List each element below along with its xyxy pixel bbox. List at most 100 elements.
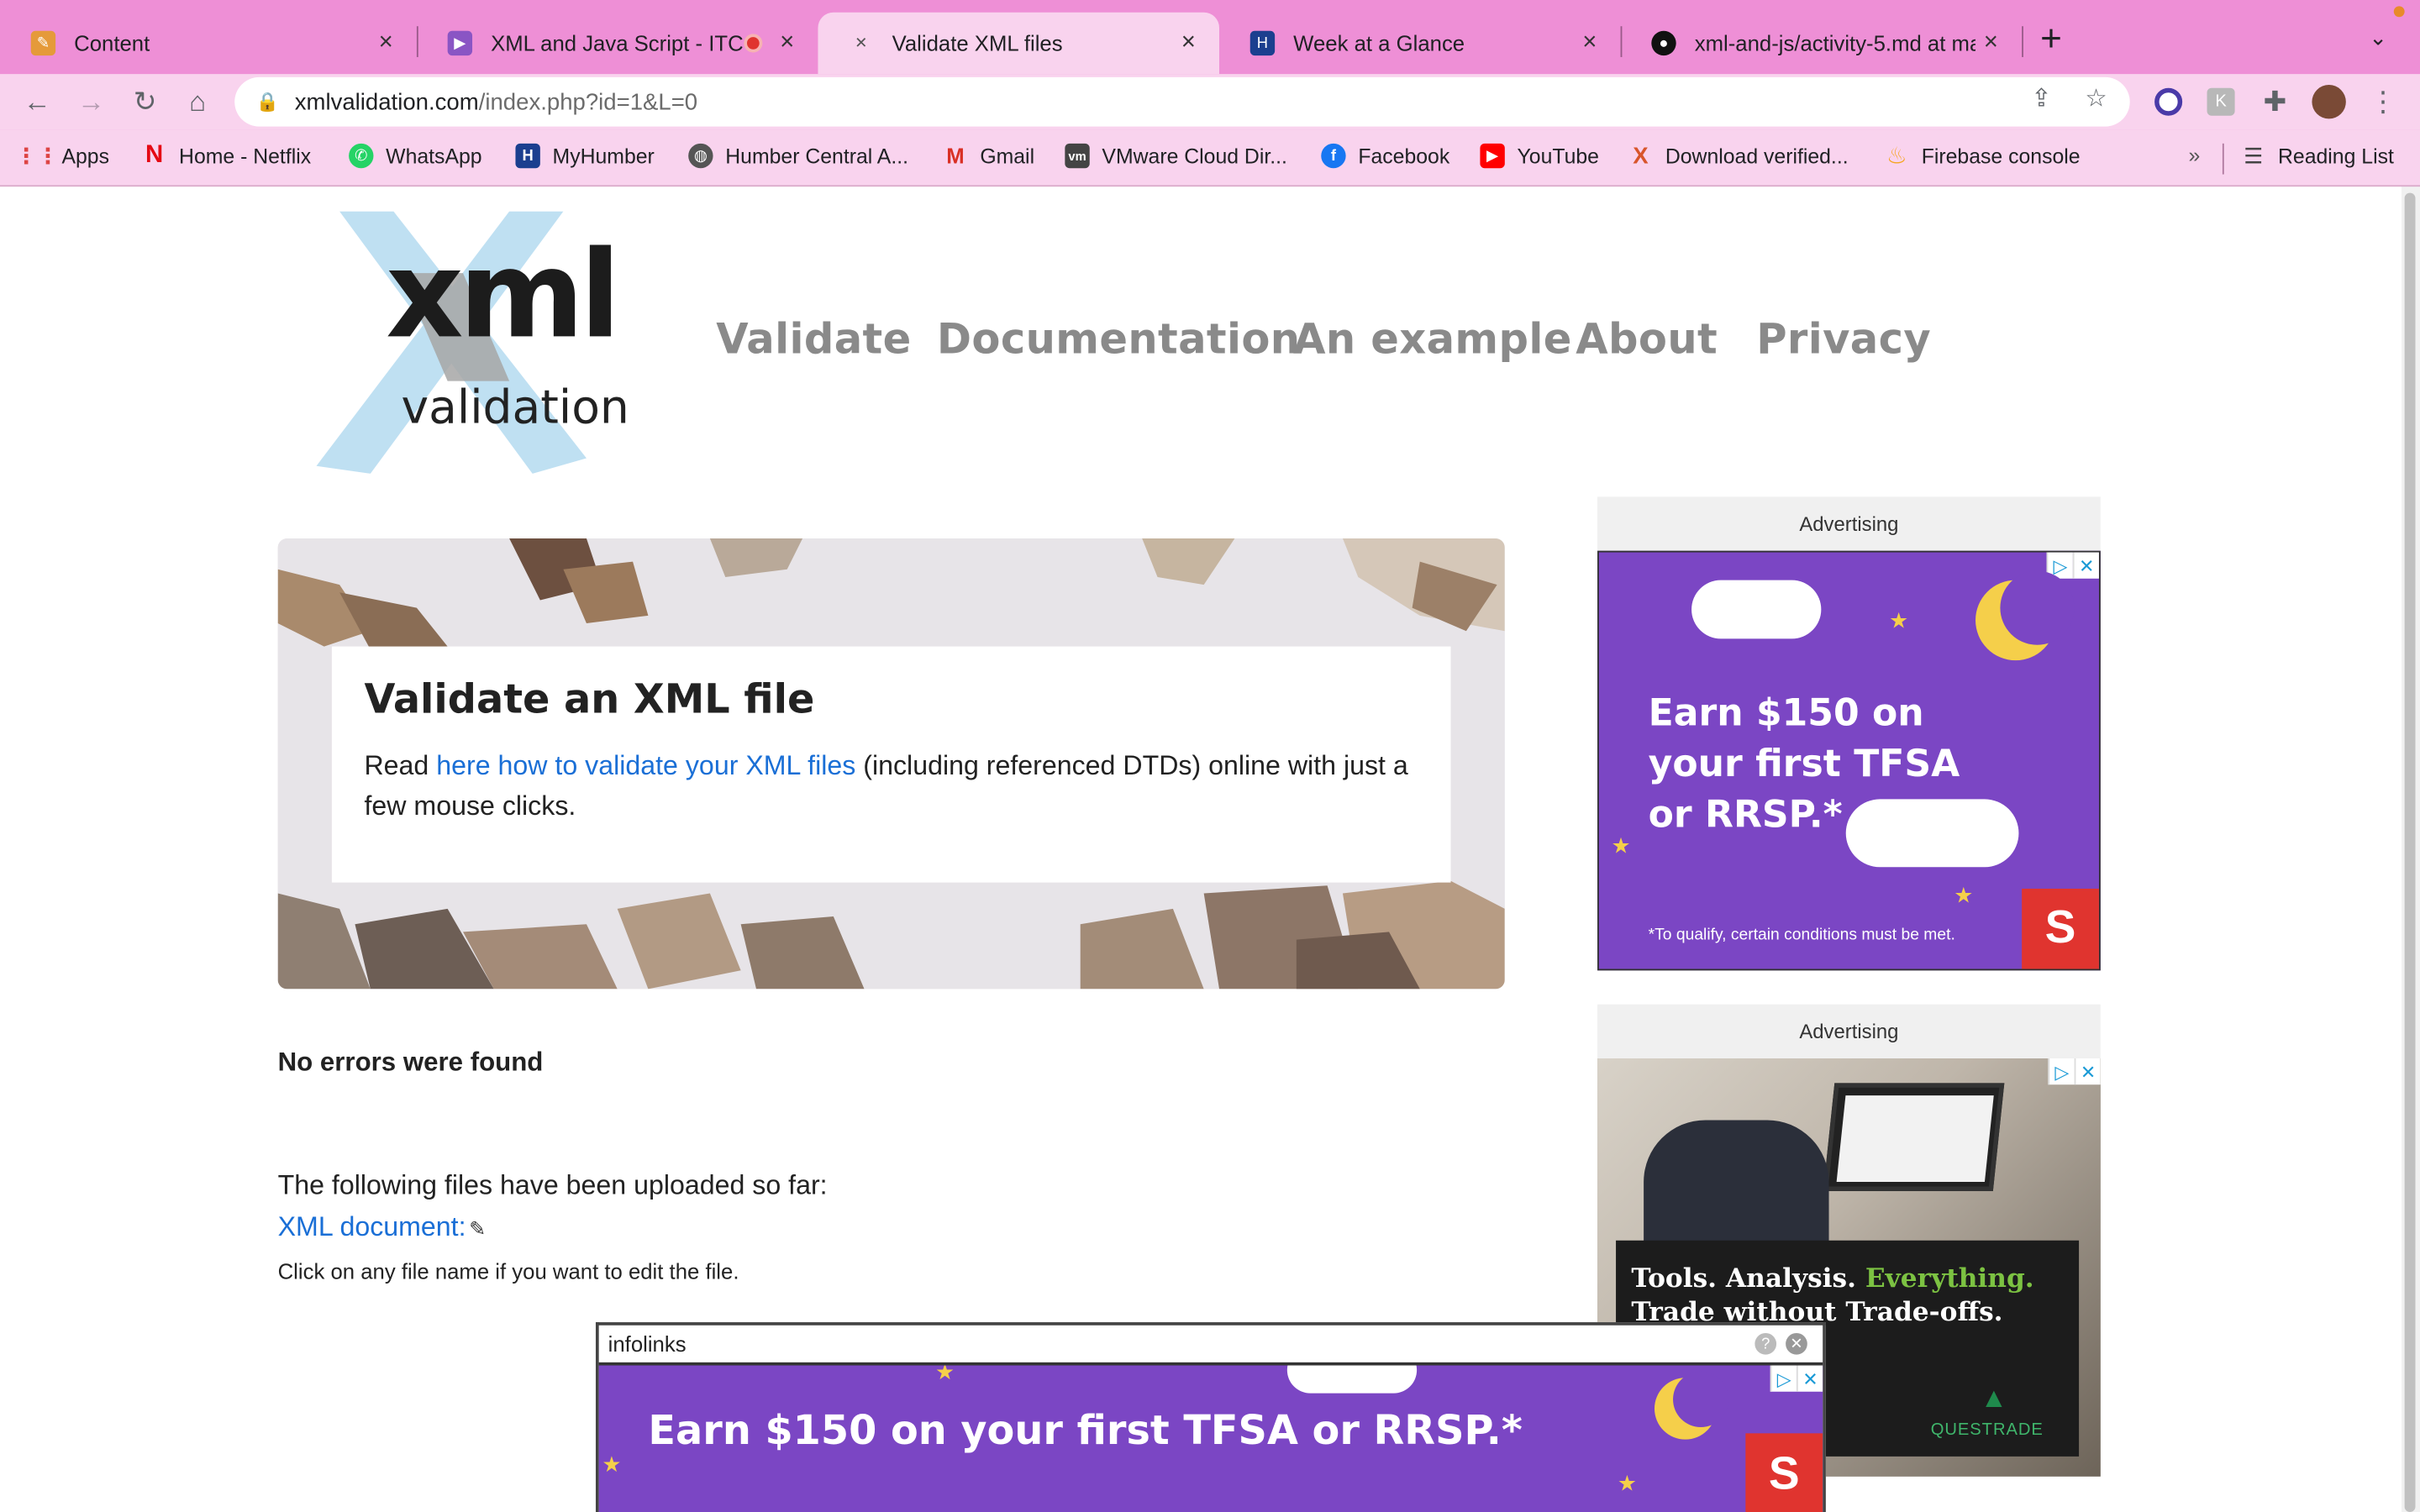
close-icon[interactable]: × [771,29,802,57]
advertising-box-1: Advertising ▷ ✕ ★ ★ ★ Earn $150 on your f… [1597,496,2101,971]
ad-choices-icon[interactable]: ▷ [1770,1365,1797,1392]
tab-title: Week at a Glance [1293,30,1465,56]
edit-pencil-icon: ✎ [469,1217,487,1241]
address-bar[interactable]: 🔒 xmlvalidation.com/index.php?id=1&L=0 ⇪… [234,76,2130,127]
tab-title: xml-and-js/activity-5.md at ma [1694,30,1976,56]
github-icon: ● [1651,30,1676,56]
tab-week-at-a-glance[interactable]: H Week at a Glance × [1219,13,1621,74]
url-host: xmlvalidation.com [294,88,479,115]
how-to-validate-link[interactable]: here how to validate your XML files [436,750,855,781]
bookmark-download-verified[interactable]: X Download verified... [1628,142,1848,170]
tab-content[interactable]: ✎ Content × [0,13,417,74]
bookmark-humber-central[interactable]: ◍ Humber Central A... [688,143,908,169]
advertising-label: Advertising [1799,512,1899,536]
extension-k-icon[interactable]: K [2207,87,2235,116]
infolinks-popup-ad[interactable]: infolinks ? ✕ ▷ ✕ ★ ★ ★ Earn $150 on your… [595,1322,1826,1512]
nav-about[interactable]: About [1576,317,1718,365]
edit-hint: Click on any file name if you want to ed… [277,1258,739,1284]
laptop-image [1823,1083,2005,1191]
help-icon[interactable]: ? [1754,1332,1777,1355]
xml-document-label: XML document: [277,1210,466,1242]
nav-documentation[interactable]: Documentation [937,317,1301,365]
extension-circle-icon[interactable] [2154,87,2183,116]
apps-grid-icon: ⋮⋮ [15,142,59,168]
bookmark-label: VMware Cloud Dir... [1102,144,1287,168]
ad-headline-line: your first TFSA [1648,742,1960,785]
close-icon[interactable]: × [1173,29,1204,57]
star-icon: ★ [1889,607,1909,633]
reading-list-button[interactable]: ☰ Reading List [2241,142,2394,168]
bookmark-star-icon[interactable]: ☆ [2085,83,2107,114]
lock-icon: 🔒 [255,91,280,113]
home-icon[interactable]: ⌂ [176,81,218,123]
bookmark-label: YouTube [1517,144,1599,168]
tab-xml-and-javascript[interactable]: ▶ XML and Java Script - ITC- × [417,13,818,74]
reading-list-icon: ☰ [2244,142,2264,168]
reload-icon[interactable]: ↻ [124,81,166,123]
close-icon[interactable]: × [1574,29,1605,57]
bookmark-facebook[interactable]: f Facebook [1321,143,1449,169]
ad-close-icon[interactable]: ✕ [2074,1058,2101,1085]
close-icon[interactable]: × [371,29,402,57]
tab-search-chevron-down-icon[interactable]: ⌄ [2369,24,2387,50]
nav-privacy[interactable]: Privacy [1756,317,1931,365]
logo-main-text: xml [386,227,621,366]
bookmark-netflix[interactable]: N Home - Netflix [142,142,311,168]
page-scrollbar[interactable] [2401,186,2420,1512]
close-icon[interactable]: ✕ [1786,1332,1807,1355]
forward-arrow-icon[interactable]: → [70,81,113,123]
nav-an-example[interactable]: An example [1293,317,1572,365]
facebook-icon: f [1321,143,1346,169]
star-icon: ★ [1617,1470,1637,1495]
xml-document-link[interactable]: XML document: ✎ [278,1211,487,1244]
recording-icon [744,34,763,53]
ad-footnote: *To qualify, certain conditions must be … [1648,926,1955,945]
ad-headline-line: Earn $150 on [1648,690,1924,735]
bookmarks-divider [2222,143,2224,175]
bookmark-label: Gmail [980,144,1035,168]
ad2-line1: Tools. Analysis. [1631,1263,1865,1295]
moon-shadow [1673,1371,1729,1427]
more-bookmarks-chevron-icon[interactable]: » [2188,144,2200,167]
bookmark-youtube[interactable]: ▶ YouTube [1480,143,1599,169]
tab-title: Content [74,30,150,56]
tab-title: Validate XML files [892,30,1063,56]
bookmarks-bar: ⋮⋮ Apps N Home - Netflix ✆ WhatsApp H MyHumb… [0,129,2420,187]
bookmark-vmware[interactable]: vm VMware Cloud Dir... [1065,143,1287,169]
avatar[interactable] [2312,85,2346,119]
popup-header: infolinks ? ✕ [598,1326,1823,1366]
share-icon[interactable]: ⇪ [2031,83,2052,114]
humber-icon: H [1249,30,1276,56]
extensions-puzzle-icon[interactable]: ✚ [2254,81,2296,123]
play-icon: ▶ [447,30,473,56]
ad-close-icon[interactable]: ✕ [2072,552,2099,579]
bookmark-apps[interactable]: ⋮⋮ Apps [15,142,109,168]
x-brand-icon: X [1633,142,1649,170]
bookmark-firebase[interactable]: ♨ Firebase console [1885,144,2081,170]
scrollbar-thumb[interactable] [2404,192,2416,1512]
close-icon[interactable]: × [1975,29,2007,57]
popup-ad-body[interactable]: ▷ ✕ ★ ★ ★ Earn $150 on your first TFSA or… [598,1365,1823,1512]
bookmark-gmail[interactable]: M Gmail [943,144,1034,168]
hero-text: Read here how to validate your XML files… [364,745,1428,826]
hero-title: Validate an XML file [364,677,815,724]
reading-list-label: Reading List [2278,144,2394,168]
ad-close-icon[interactable]: ✕ [1796,1365,1823,1392]
ad-choices-icon[interactable]: ▷ [2048,1058,2075,1085]
scotiabank-logo-icon: S [2022,888,2099,969]
tab-validate-xml-files[interactable]: ✕ Validate XML files × [818,12,1220,75]
bookmark-whatsapp[interactable]: ✆ WhatsApp [349,143,482,169]
tab-github-activity[interactable]: ● xml-and-js/activity-5.md at ma × [1621,13,2023,74]
hero-text-pre: Read [364,749,437,781]
back-arrow-icon[interactable]: ← [15,81,58,123]
ad-choices[interactable]: ▷ ✕ [1770,1365,1823,1392]
bookmark-myhumber[interactable]: H MyHumber [515,143,655,169]
scotiabank-logo-icon: S [1745,1433,1823,1512]
new-tab-plus-icon[interactable]: + [2040,18,2062,61]
ad-choices[interactable]: ▷ ✕ [2048,1058,2101,1085]
menu-kebab-icon[interactable]: ⋮ [2361,81,2404,123]
globe-icon: ◍ [688,143,713,169]
site-logo[interactable]: xml validation [308,211,648,474]
ad-tfsa-banner[interactable]: ▷ ✕ ★ ★ ★ Earn $150 on your first TFSA or… [1597,550,2101,971]
nav-validate[interactable]: Validate [716,317,911,365]
